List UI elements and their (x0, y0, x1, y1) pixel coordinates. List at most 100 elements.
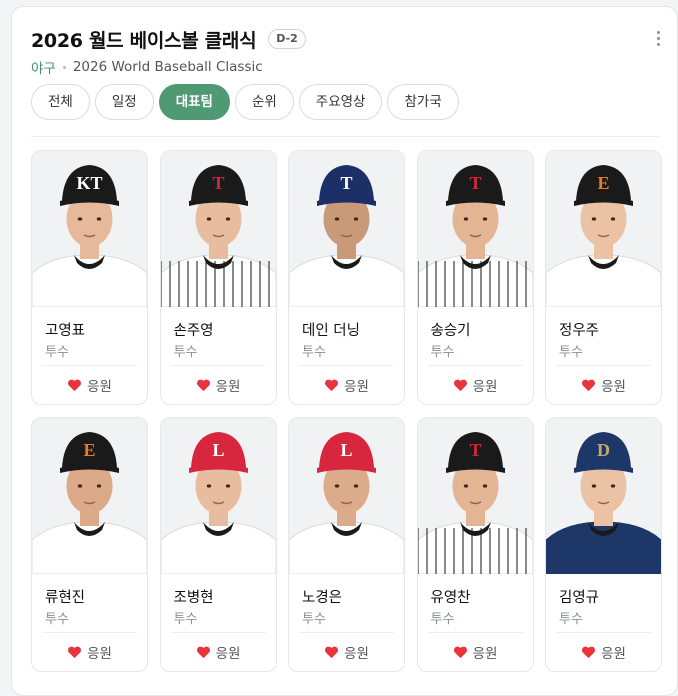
svg-text:E: E (597, 173, 609, 193)
divider (31, 136, 659, 137)
svg-text:KT: KT (76, 173, 102, 193)
player-card[interactable]: KT 고영표 투수 응원 (31, 150, 148, 405)
heart-icon (196, 379, 210, 391)
svg-text:L: L (212, 440, 224, 460)
player-position: 투수 (430, 612, 455, 627)
card-divider (427, 365, 523, 366)
player-card[interactable]: T 송승기 투수 응원 (416, 150, 534, 405)
heart-icon (68, 379, 82, 391)
player-name: 데인 더닝 (302, 323, 360, 339)
cheer-label: 응원 (215, 646, 241, 662)
card-divider (299, 365, 394, 366)
player-card[interactable]: T 데인 더닝 투수 응원 (288, 150, 405, 405)
tab-standings[interactable]: 순위 (234, 84, 294, 120)
dday-badge: D-2 (268, 29, 306, 49)
player-card[interactable]: E 류현진 투수 응원 (31, 417, 148, 672)
tab-national-team[interactable]: 대표팀 (158, 84, 230, 120)
cheer-label: 응원 (87, 379, 112, 395)
heart-icon (582, 646, 596, 658)
tab-bar: 전체 일정 대표팀 순위 주요영상 참가국 (31, 84, 459, 120)
cheer-button[interactable]: 응원 (418, 642, 533, 662)
player-photo: T (289, 151, 404, 307)
tab-all[interactable]: 전체 (31, 84, 90, 120)
player-name: 노경은 (302, 590, 343, 606)
card-divider (299, 632, 394, 633)
player-photo: E (32, 418, 147, 574)
tab-highlights[interactable]: 주요영상 (298, 84, 383, 120)
player-photo: L (160, 418, 276, 574)
player-name: 고영표 (45, 323, 86, 339)
svg-text:L: L (340, 440, 352, 460)
svg-text:T: T (469, 440, 481, 460)
card-divider (556, 365, 651, 366)
heart-icon (453, 646, 467, 658)
svg-text:T: T (212, 173, 224, 193)
player-photo: KT (32, 151, 147, 307)
player-name: 정우주 (559, 323, 600, 339)
page-title[interactable]: 2026 월드 베이스볼 클래식 (31, 26, 257, 53)
player-card[interactable]: T 유영찬 투수 응원 (416, 417, 534, 672)
breadcrumb: 야구 2026 World Baseball Classic (31, 57, 667, 77)
player-position: 투수 (173, 345, 198, 360)
wbc-panel: 2026 월드 베이스볼 클래식 D-2 야구 2026 World Baseb… (11, 6, 678, 696)
card-divider (42, 632, 137, 633)
player-card[interactable]: T 손주영 투수 응원 (159, 150, 277, 405)
player-photo: T (417, 418, 533, 574)
heart-icon (325, 379, 339, 391)
svg-text:T: T (469, 173, 481, 193)
player-card[interactable]: D 김영규 투수 응원 (545, 417, 662, 672)
player-photo: L (289, 418, 404, 574)
cheer-button[interactable]: 응원 (161, 642, 276, 662)
player-photo: T (417, 151, 533, 307)
player-name: 조병현 (173, 590, 214, 606)
heart-icon (196, 646, 210, 658)
player-position: 투수 (302, 345, 326, 360)
player-card[interactable]: E 정우주 투수 응원 (545, 150, 662, 405)
cheer-label: 응원 (601, 646, 626, 662)
player-position: 투수 (173, 612, 198, 627)
event-subtitle: 2026 World Baseball Classic (72, 59, 263, 75)
more-options-icon[interactable] (655, 31, 661, 47)
cheer-label: 응원 (344, 646, 369, 662)
card-divider (556, 632, 651, 633)
player-grid: KT 고영표 투수 응원 T 손주영 투수 응원 T 데인 더닝 투수 응원 T… (31, 150, 662, 672)
player-photo: E (546, 151, 661, 307)
card-divider (42, 365, 137, 366)
cheer-label: 응원 (344, 379, 369, 395)
cheer-button[interactable]: 응원 (161, 375, 276, 395)
player-card[interactable]: L 조병현 투수 응원 (159, 417, 277, 672)
player-photo: D (546, 418, 661, 574)
cheer-button[interactable]: 응원 (32, 375, 147, 395)
player-card[interactable]: L 노경은 투수 응원 (288, 417, 405, 672)
player-position: 투수 (45, 345, 69, 360)
svg-text:D: D (597, 440, 610, 460)
cheer-button[interactable]: 응원 (289, 375, 404, 395)
svg-text:E: E (83, 440, 95, 460)
header: 2026 월드 베이스볼 클래식 D-2 야구 2026 World Baseb… (31, 27, 667, 77)
svg-text:T: T (340, 173, 352, 193)
cheer-label: 응원 (215, 379, 241, 395)
player-photo: T (160, 151, 276, 307)
cheer-button[interactable]: 응원 (289, 642, 404, 662)
heart-icon (68, 646, 82, 658)
cheer-label: 응원 (87, 646, 112, 662)
player-position: 투수 (45, 612, 69, 627)
cheer-button[interactable]: 응원 (546, 375, 661, 395)
player-name: 김영규 (559, 590, 600, 606)
player-position: 투수 (430, 345, 455, 360)
heart-icon (582, 379, 596, 391)
separator-dot (62, 65, 66, 69)
player-position: 투수 (559, 612, 583, 627)
cheer-button[interactable]: 응원 (32, 642, 147, 662)
cheer-button[interactable]: 응원 (546, 642, 661, 662)
card-divider (170, 632, 266, 633)
tab-countries[interactable]: 참가국 (387, 84, 459, 120)
player-name: 송승기 (430, 323, 471, 339)
cheer-button[interactable]: 응원 (418, 375, 533, 395)
cheer-label: 응원 (601, 379, 626, 395)
player-position: 투수 (559, 345, 583, 360)
player-name: 손주영 (173, 323, 214, 339)
tab-schedule[interactable]: 일정 (94, 84, 154, 120)
category-link[interactable]: 야구 (31, 57, 56, 77)
player-name: 유영찬 (430, 590, 471, 606)
